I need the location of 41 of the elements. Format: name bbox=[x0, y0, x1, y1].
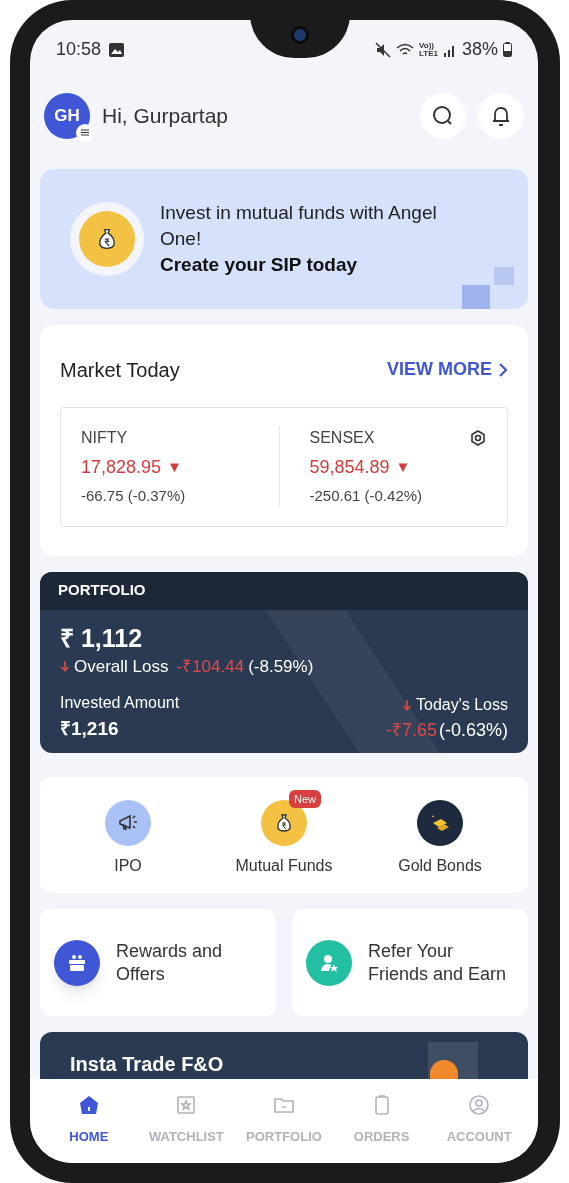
portfolio-value: ₹ 1,112 bbox=[60, 622, 144, 654]
index-change: -250.61 (-0.42%) bbox=[309, 485, 424, 506]
view-more-link[interactable]: VIEW MORE bbox=[387, 356, 508, 384]
portfolio-label: PORTFOLIO bbox=[58, 580, 146, 601]
product-label: Gold Bonds bbox=[398, 855, 482, 876]
index-change: -66.75 (-0.37%) bbox=[81, 485, 187, 506]
product-label: Mutual Funds bbox=[235, 855, 333, 876]
down-triangle-icon: ▼ bbox=[395, 456, 411, 479]
nav-tab[interactable]: HOME bbox=[40, 1079, 138, 1163]
index-value: 59,854.89 bbox=[309, 455, 390, 479]
new-badge: New bbox=[289, 789, 321, 809]
network-label: Vo)) LTE1 bbox=[419, 41, 438, 58]
promo-banner[interactable]: Invest in mutual funds with Angel One! Create your SIP today bbox=[40, 169, 528, 309]
product-label: IPO bbox=[114, 855, 142, 876]
index-value: 17,828.95 bbox=[81, 455, 162, 479]
avatar[interactable]: GH bbox=[44, 92, 90, 139]
invested-value: ₹1,216 bbox=[60, 717, 120, 742]
overall-loss-value: -₹104.44 bbox=[176, 655, 245, 678]
product-item[interactable]: Gold Bonds bbox=[362, 787, 518, 882]
insta-trade-banner[interactable]: Insta Trade F&O bbox=[40, 1032, 528, 1079]
index-name: SENSEX bbox=[309, 427, 375, 448]
overall-loss-label: Overall Loss bbox=[74, 655, 169, 678]
product-item[interactable]: New Mutual Funds bbox=[206, 787, 362, 882]
todays-loss-percent: (-0.63%) bbox=[438, 718, 508, 742]
invested-label: Invested Amount bbox=[60, 693, 180, 714]
greeting: Hi, Gurpartap bbox=[102, 102, 229, 129]
banner-title: Insta Trade F&O bbox=[70, 1053, 224, 1076]
status-time: 10:58 bbox=[56, 38, 102, 62]
section-title: Market Today bbox=[60, 357, 180, 383]
overall-loss-percent: (-8.59%) bbox=[248, 655, 314, 678]
portfolio-card[interactable]: PORTFOLIO ₹ 1,112 Overall Loss -₹104.44 (-8.59%) Invested Amount ₹1,216 Today's Loss -₹7.65(-0.63%) bbox=[40, 571, 528, 753]
todays-loss-label: Today's Loss bbox=[416, 694, 508, 715]
product-item[interactable]: IPO bbox=[50, 787, 206, 882]
index-name: NIFTY bbox=[81, 427, 128, 448]
promo-cta: Create your SIP today bbox=[160, 253, 359, 277]
promo-text: Invest in mutual funds with Angel One! bbox=[160, 201, 438, 251]
todays-loss-value: -₹7.65 bbox=[385, 718, 437, 742]
battery-percent: 38% bbox=[461, 38, 498, 62]
shortcut-card[interactable]: Refer Your Friends and Earn bbox=[292, 909, 528, 1017]
shortcut-card[interactable]: Rewards and Offers bbox=[40, 909, 276, 1017]
down-triangle-icon: ▼ bbox=[167, 456, 182, 479]
